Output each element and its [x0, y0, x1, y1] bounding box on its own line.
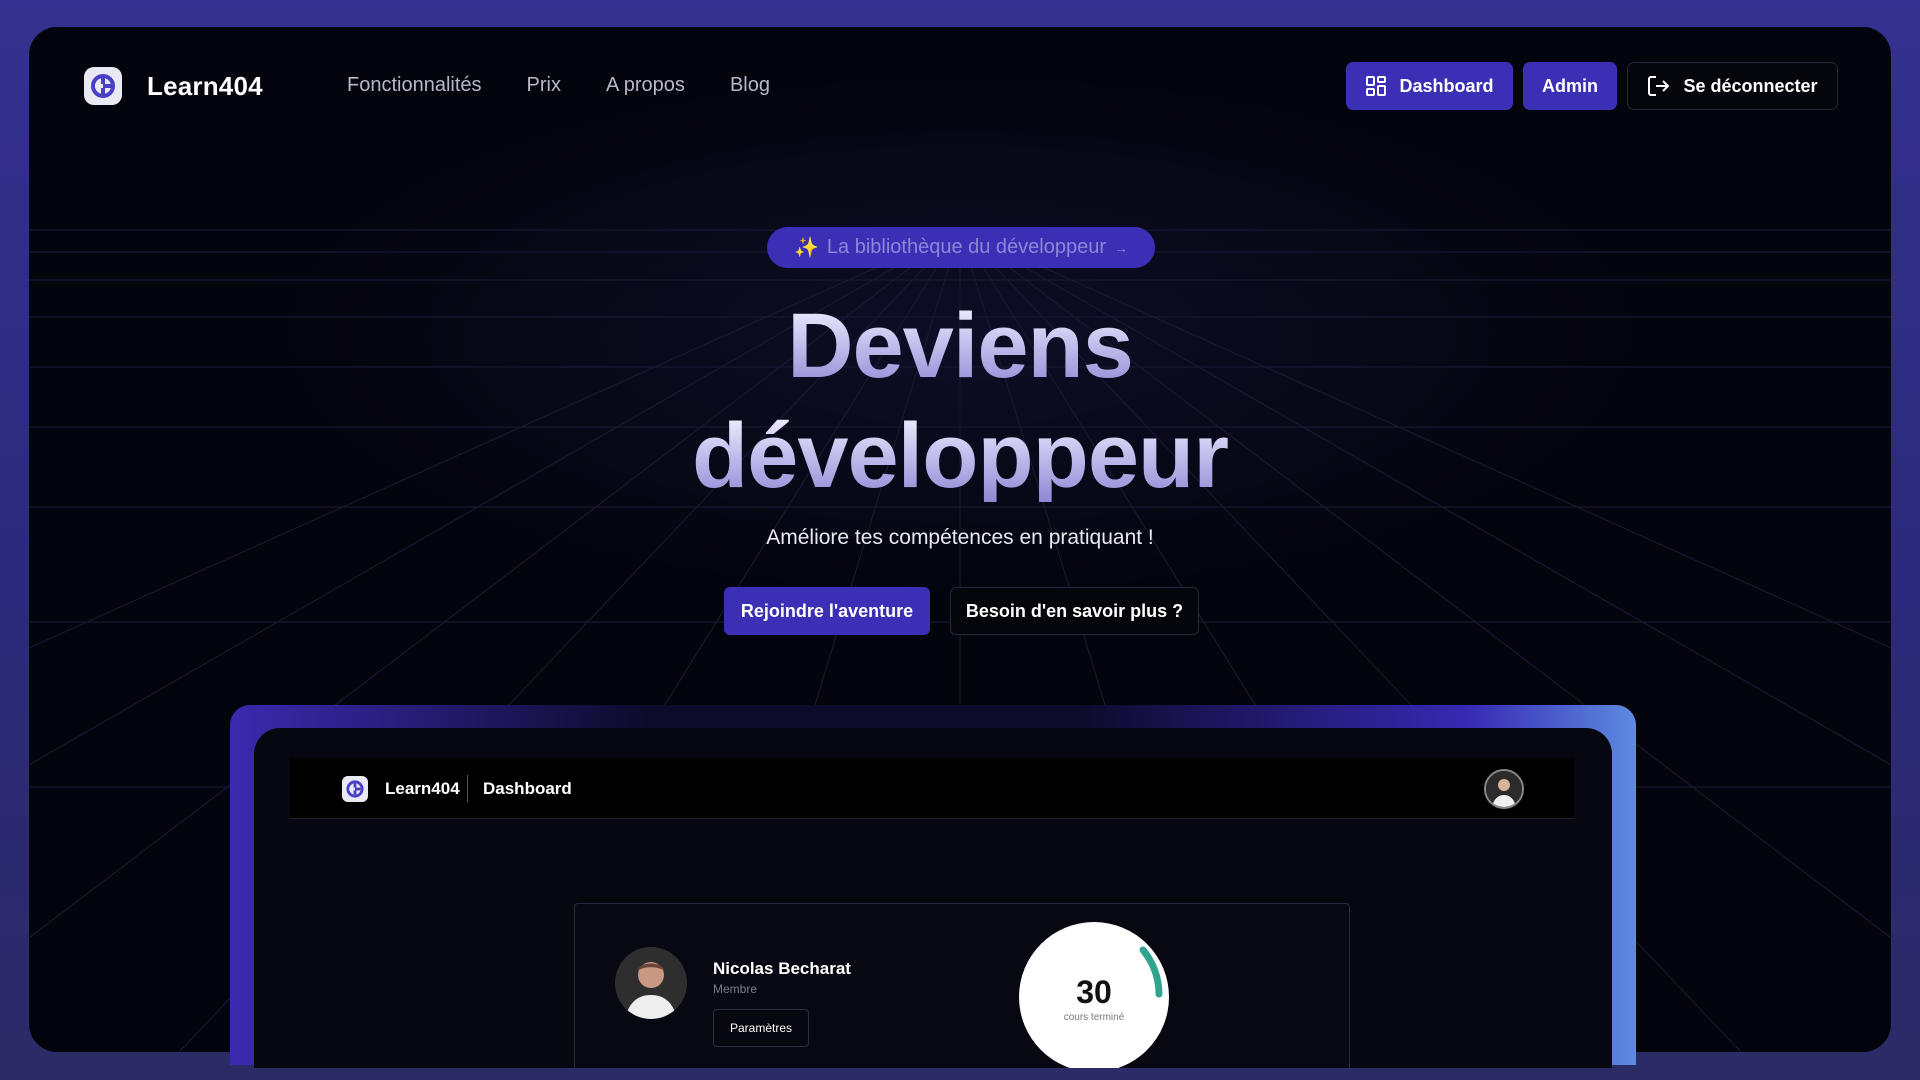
- courses-completed-label: cours terminé: [1063, 1012, 1125, 1023]
- admin-button-label: Admin: [1542, 75, 1598, 96]
- hero-title-line-2: développeur: [29, 410, 1891, 502]
- preview-page-title: Dashboard: [483, 779, 572, 798]
- courses-completed-stat: 30 cours terminé: [1019, 922, 1169, 1068]
- settings-button[interactable]: Paramètres: [713, 1009, 809, 1047]
- user-role: Membre: [713, 982, 758, 996]
- nav-link-pricing[interactable]: Prix: [527, 74, 561, 97]
- user-avatar: [615, 947, 687, 1019]
- brand-name[interactable]: Learn404: [147, 71, 263, 102]
- courses-completed-value: 30: [1076, 974, 1112, 1010]
- preview-divider: [467, 775, 468, 802]
- join-adventure-button[interactable]: Rejoindre l'aventure: [724, 587, 930, 635]
- hero-badge[interactable]: ✨ La bibliothèque du développeur →: [767, 227, 1155, 268]
- nav-link-about[interactable]: A propos: [606, 74, 685, 97]
- hero-subtitle: Améliore tes compétences en pratiquant !: [766, 526, 1154, 549]
- nav-links: Fonctionnalités Prix A propos Blog: [347, 74, 770, 97]
- top-navbar: Learn404 Fonctionnalités Prix A propos B…: [29, 27, 1891, 143]
- dashboard-button[interactable]: Dashboard: [1346, 62, 1513, 110]
- nav-link-features[interactable]: Fonctionnalités: [347, 74, 482, 97]
- dashboard-preview: Learn404 Dashboard Nicolas Becharat Memb…: [254, 728, 1612, 1068]
- arrow-right-icon: →: [1114, 239, 1129, 256]
- hero-badge-label: La bibliothèque du développeur: [826, 236, 1107, 258]
- logout-icon: [1648, 76, 1670, 96]
- admin-button[interactable]: Admin: [1523, 62, 1617, 110]
- sparkles-icon: ✨: [793, 237, 819, 259]
- profile-card: Nicolas Becharat Membre Paramètres 30 co…: [574, 903, 1350, 1068]
- hero-title-line-1: Deviens: [29, 300, 1891, 392]
- nav-link-blog[interactable]: Blog: [730, 74, 770, 97]
- logo-icon[interactable]: [84, 67, 122, 105]
- dashboard-button-label: Dashboard: [1399, 75, 1494, 96]
- preview-logo-icon: [342, 776, 368, 802]
- learn-more-button[interactable]: Besoin d'en savoir plus ?: [950, 587, 1199, 635]
- preview-avatar: [1484, 769, 1524, 809]
- dashboard-grid-icon: [1366, 76, 1387, 96]
- preview-brand-name: Learn404: [385, 779, 460, 798]
- logout-button[interactable]: Se déconnecter: [1627, 62, 1838, 110]
- logout-button-label: Se déconnecter: [1683, 75, 1818, 96]
- preview-navbar: Learn404 Dashboard: [290, 758, 1574, 819]
- user-name: Nicolas Becharat: [713, 959, 851, 978]
